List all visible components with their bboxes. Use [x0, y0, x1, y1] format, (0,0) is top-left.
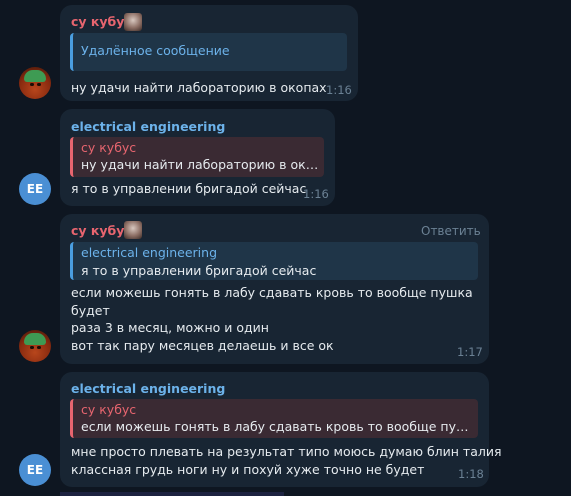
message-bubble[interactable]: electrical engineering су кубус ну удачи…: [60, 109, 335, 206]
message-bubble[interactable]: electrical engineering су кубус если мож…: [60, 372, 502, 487]
message-author[interactable]: electrical engineering: [71, 381, 225, 396]
message-author[interactable]: су кубус: [71, 223, 132, 238]
reply-preview[interactable]: electrical engineering я то в управлении…: [70, 242, 478, 280]
message-text: мне просто плевать на результат типо мою…: [71, 443, 502, 478]
message-time: 1:18: [458, 467, 484, 481]
message-author[interactable]: electrical engineering: [71, 119, 225, 134]
reply-text: ну удачи найти лабораторию в окопах: [81, 157, 321, 172]
reply-preview[interactable]: Удалённое сообщение: [70, 33, 347, 71]
user-avatar[interactable]: [19, 330, 51, 362]
message-line: мне просто плевать на результат типо мою…: [71, 444, 502, 459]
message-time: 1:16: [303, 187, 329, 201]
reply-preview[interactable]: су кубус если можешь гонять в лабу сдава…: [70, 399, 478, 438]
message-line: вот так пару месяцев делаешь и все ок: [71, 337, 334, 353]
message-line: будет: [71, 302, 110, 318]
avatar-eye: [37, 346, 41, 349]
reply-author: су кубус: [81, 402, 137, 417]
reply-text: если можешь гонять в лабу сдавать кровь …: [81, 419, 476, 434]
message-text: если можешь гонять в лабу сдавать кровь …: [71, 284, 473, 354]
message-time: 1:17: [457, 345, 483, 359]
user-avatar[interactable]: EE: [19, 454, 51, 486]
message-bubble[interactable]: су кубус Удалённое сообщение ну удачи на…: [60, 5, 358, 101]
next-message-preview: [60, 492, 284, 496]
reply-button[interactable]: Ответить: [421, 224, 481, 238]
reply-author: electrical engineering: [81, 245, 218, 260]
message-line: если можешь гонять в лабу сдавать кровь …: [71, 285, 473, 300]
author-emoji-status-icon: [124, 13, 142, 31]
reply-text: я то в управлении бригадой сейчас: [81, 263, 317, 278]
message-time: 1:16: [326, 83, 352, 97]
message-line: я то в управлении бригадой сейчас: [71, 181, 307, 196]
avatar-eye: [30, 346, 34, 349]
avatar-eye: [30, 83, 34, 86]
message-bubble[interactable]: су кубус Ответить electrical engineering…: [60, 214, 489, 364]
message-author[interactable]: су кубус: [71, 14, 132, 29]
reply-deleted-label: Удалённое сообщение: [81, 43, 230, 58]
message-text: я то в управлении бригадой сейчас: [71, 180, 306, 198]
avatar-eye: [37, 83, 41, 86]
message-text: ну удачи найти лабораторию в окопах: [71, 79, 327, 97]
message-line: ну удачи найти лабораторию в окопах: [71, 80, 327, 95]
message-line: классная грудь ноги ну и похуй хуже точн…: [71, 461, 425, 477]
avatar-hat: [24, 333, 46, 345]
reply-preview[interactable]: су кубус ну удачи найти лабораторию в ок…: [70, 137, 324, 177]
user-avatar[interactable]: EE: [19, 173, 51, 205]
user-avatar[interactable]: [19, 67, 51, 99]
avatar-hat: [24, 70, 46, 82]
author-emoji-status-icon: [124, 221, 142, 239]
message-line: раза 3 в месяц, можно и один: [71, 320, 269, 335]
reply-author: су кубус: [81, 140, 137, 155]
